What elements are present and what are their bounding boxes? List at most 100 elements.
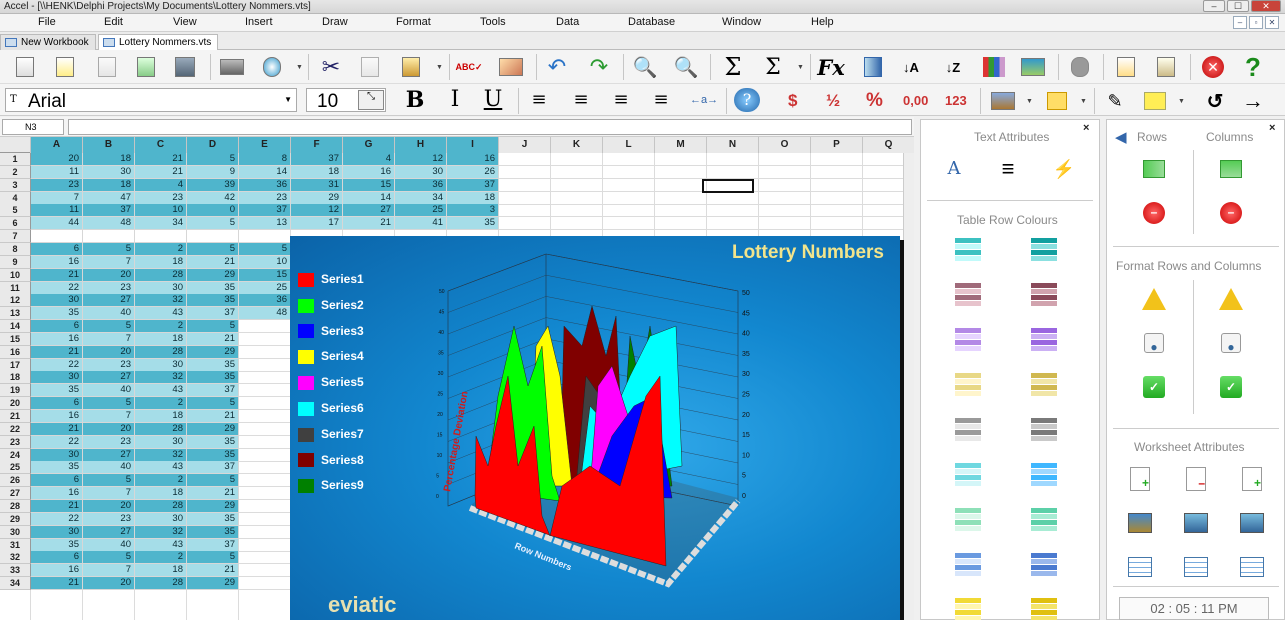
- menu-data[interactable]: Data: [556, 16, 579, 28]
- grid-cell[interactable]: 20: [83, 345, 135, 359]
- row-colour-swatch[interactable]: [955, 598, 981, 620]
- zoom-in-button[interactable]: 🔍: [632, 54, 658, 80]
- sheet-background-button[interactable]: [1127, 510, 1153, 536]
- grid-cell[interactable]: [187, 230, 239, 244]
- grid-cell[interactable]: 22: [31, 281, 83, 295]
- row-colour-swatch[interactable]: [1031, 238, 1057, 262]
- grid-cell[interactable]: 35: [187, 525, 239, 539]
- grid-cell[interactable]: 7: [83, 255, 135, 269]
- grid-cell[interactable]: 20: [83, 577, 135, 591]
- grid-cell[interactable]: 5: [187, 217, 239, 231]
- grid-cell[interactable]: 4: [343, 153, 395, 166]
- protect-sheet-button[interactable]: [1183, 510, 1209, 536]
- grid-cell[interactable]: 16: [31, 255, 83, 269]
- grid-cell[interactable]: 35: [187, 358, 239, 372]
- grid-cell[interactable]: 30: [31, 525, 83, 539]
- vertical-scrollbar[interactable]: [903, 153, 914, 620]
- bar-chart-button[interactable]: [981, 54, 1007, 80]
- grid-cell[interactable]: 5: [187, 242, 239, 256]
- column-header-k[interactable]: K: [551, 137, 603, 153]
- edit-file-button[interactable]: [52, 54, 78, 80]
- font-size-stepper[interactable]: ⤡: [358, 90, 384, 110]
- grid-cell[interactable]: 23: [83, 435, 135, 449]
- zoom-out-button[interactable]: 🔍: [673, 54, 699, 80]
- mdi-minimize-button[interactable]: –: [1233, 16, 1247, 29]
- align-right-button[interactable]: ≡: [610, 88, 632, 112]
- grid-cell[interactable]: 21: [135, 153, 187, 166]
- chevron-down-icon[interactable]: ▼: [436, 64, 443, 71]
- grid-cell[interactable]: 16: [31, 332, 83, 346]
- row-header[interactable]: 28: [0, 499, 31, 513]
- grid-cell[interactable]: [83, 230, 135, 244]
- grid-cell[interactable]: 23: [83, 281, 135, 295]
- chevron-down-icon[interactable]: ▼: [1026, 98, 1033, 105]
- mdi-restore-button[interactable]: ▫: [1249, 16, 1263, 29]
- grid-cell[interactable]: 20: [83, 268, 135, 282]
- grid-cell[interactable]: 17: [291, 217, 343, 231]
- row-height-increase-button[interactable]: [1141, 286, 1167, 312]
- grid-cell[interactable]: 29: [187, 499, 239, 513]
- grid-cell[interactable]: 30: [31, 371, 83, 385]
- grid-cell[interactable]: 5: [187, 320, 239, 334]
- row-header[interactable]: 25: [0, 461, 31, 475]
- grid-cell[interactable]: 5: [83, 551, 135, 565]
- grid-cell[interactable]: 12: [395, 153, 447, 166]
- print-preview-button[interactable]: [259, 54, 285, 80]
- grid-cell[interactable]: 39: [187, 178, 239, 192]
- menu-insert[interactable]: Insert: [245, 16, 273, 28]
- export-button[interactable]: [1113, 54, 1139, 80]
- grid-cell[interactable]: 23: [83, 358, 135, 372]
- legend-entry[interactable]: Series6: [298, 401, 364, 416]
- grid-cell[interactable]: 11: [31, 204, 83, 218]
- row-header[interactable]: 29: [0, 512, 31, 526]
- row-apply-button[interactable]: ✓: [1141, 374, 1167, 400]
- grid-cell[interactable]: 25: [395, 204, 447, 218]
- grid-cell[interactable]: 37: [187, 538, 239, 552]
- chevron-down-icon[interactable]: ▼: [296, 64, 303, 71]
- grid-cell[interactable]: 18: [135, 332, 187, 346]
- column-header-a[interactable]: A: [31, 137, 83, 153]
- grid-cell[interactable]: 37: [447, 178, 499, 192]
- row-settings-button[interactable]: ●: [1141, 330, 1167, 356]
- row-colour-swatch[interactable]: [1031, 463, 1057, 487]
- grid-cell[interactable]: 23: [239, 191, 291, 205]
- grid-cell[interactable]: 43: [135, 461, 187, 475]
- grid-cell[interactable]: 47: [83, 191, 135, 205]
- grid-cell[interactable]: 48: [83, 217, 135, 231]
- grid-cell[interactable]: 35: [187, 512, 239, 526]
- number-format-button[interactable]: 123: [945, 90, 967, 112]
- sort-descending-button[interactable]: ↓Z: [940, 54, 966, 80]
- currency-format-button[interactable]: $: [788, 90, 797, 112]
- row-header[interactable]: 3: [0, 178, 31, 192]
- grid-cell[interactable]: 30: [31, 448, 83, 462]
- menu-format[interactable]: Format: [396, 16, 431, 28]
- grid-cell[interactable]: 40: [83, 538, 135, 552]
- row-header[interactable]: 34: [0, 577, 31, 591]
- legend-entry[interactable]: Series7: [298, 427, 364, 442]
- column-header-j[interactable]: J: [499, 137, 551, 153]
- bold-button[interactable]: B: [404, 88, 426, 112]
- row-header[interactable]: 7: [0, 230, 31, 244]
- grid-cell[interactable]: 32: [135, 448, 187, 462]
- menu-file[interactable]: File: [38, 16, 56, 28]
- grid-cell[interactable]: 18: [83, 153, 135, 166]
- sort-ascending-button[interactable]: ↓A: [898, 54, 924, 80]
- chevron-down-icon[interactable]: ▼: [284, 95, 292, 104]
- column-header-i[interactable]: I: [447, 137, 499, 153]
- sheet-grid-remove-button[interactable]: [1239, 554, 1265, 580]
- grid-cell[interactable]: 29: [187, 345, 239, 359]
- row-header[interactable]: 33: [0, 564, 31, 578]
- row-header[interactable]: 23: [0, 435, 31, 449]
- grid-cell[interactable]: 5: [83, 242, 135, 256]
- lottery-chart[interactable]: 0 0 5 5 10 10 15 15 20 20 25 25 30 30 35 35 40 40 45 45 50 50…: [290, 236, 900, 620]
- panel-close-button[interactable]: ×: [1083, 122, 1089, 134]
- grid-cell[interactable]: 2: [135, 242, 187, 256]
- grid-cell[interactable]: 20: [83, 499, 135, 513]
- grid-cell[interactable]: 35: [187, 294, 239, 308]
- save-button[interactable]: [172, 54, 198, 80]
- legend-entry[interactable]: Series8: [298, 453, 364, 468]
- insert-row-button[interactable]: [1141, 156, 1167, 182]
- grid-cell[interactable]: 12: [291, 204, 343, 218]
- draw-pen-button[interactable]: ✎: [1102, 88, 1128, 114]
- row-header[interactable]: 22: [0, 422, 31, 436]
